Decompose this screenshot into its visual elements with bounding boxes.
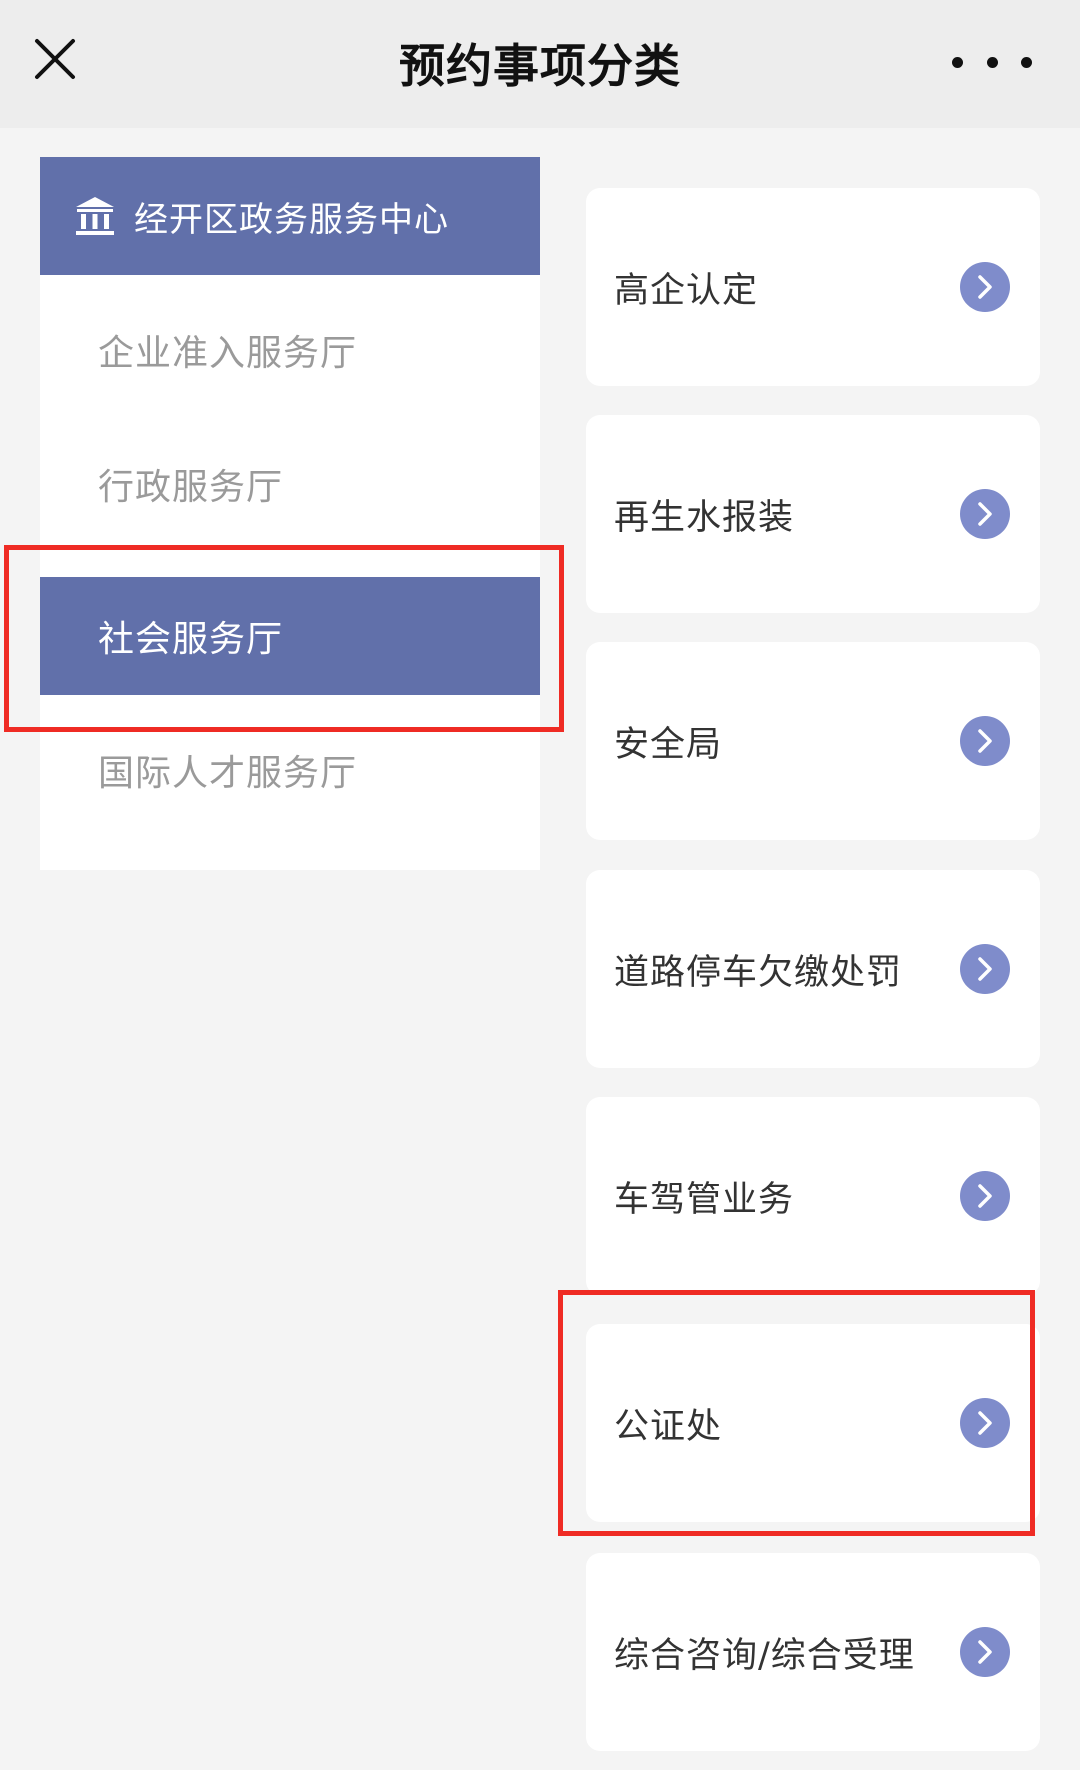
category-card-vehicle-driver[interactable]: 车驾管业务	[586, 1097, 1040, 1295]
more-button[interactable]	[952, 40, 1032, 84]
chevron-right-circle-icon	[960, 944, 1010, 994]
category-label: 高企认定	[614, 270, 759, 311]
hall-item-enterprise-access[interactable]: 企业准入服务厅	[40, 291, 540, 409]
category-card-security-bureau[interactable]: 安全局	[586, 642, 1040, 840]
category-card-parking-penalty[interactable]: 道路停车欠缴处罚	[586, 870, 1040, 1068]
chevron-right-circle-icon	[960, 1398, 1010, 1448]
category-label: 道路停车欠缴处罚	[614, 952, 903, 993]
hall-item-social-service[interactable]: 社会服务厅	[40, 577, 540, 695]
hall-item-administrative[interactable]: 行政服务厅	[40, 425, 540, 543]
category-label: 公证处	[614, 1406, 723, 1447]
chevron-right-circle-icon	[960, 1171, 1010, 1221]
hall-item-label: 行政服务厅	[98, 467, 284, 508]
page-title: 预约事项分类	[399, 39, 681, 93]
hall-list: 经开区政务服务中心 企业准入服务厅 行政服务厅 社会服务厅 国际人才服务厅	[40, 157, 540, 870]
service-center-header: 经开区政务服务中心	[40, 157, 540, 275]
hall-item-international-talent[interactable]: 国际人才服务厅	[40, 711, 540, 829]
category-card-reclaimed-water[interactable]: 再生水报装	[586, 415, 1040, 613]
category-label: 综合咨询/综合受理	[614, 1635, 915, 1676]
more-dots-icon	[952, 56, 963, 68]
category-label: 再生水报装	[614, 497, 795, 538]
hall-item-label: 国际人才服务厅	[98, 753, 358, 794]
hall-item-label: 社会服务厅	[98, 619, 284, 660]
chevron-right-circle-icon	[960, 262, 1010, 312]
chevron-right-circle-icon	[960, 716, 1010, 766]
category-card-notary-office[interactable]: 公证处	[586, 1324, 1040, 1522]
category-label: 安全局	[614, 724, 723, 765]
chevron-right-circle-icon	[960, 489, 1010, 539]
category-label: 车驾管业务	[614, 1179, 795, 1220]
top-bar: 预约事项分类	[0, 0, 1080, 128]
chevron-right-circle-icon	[960, 1627, 1010, 1677]
category-card-general-inquiry[interactable]: 综合咨询/综合受理	[586, 1553, 1040, 1751]
bank-icon	[76, 197, 114, 235]
category-card-high-tech[interactable]: 高企认定	[586, 188, 1040, 386]
hall-item-label: 企业准入服务厅	[98, 333, 358, 374]
service-center-name: 经开区政务服务中心	[134, 199, 449, 240]
